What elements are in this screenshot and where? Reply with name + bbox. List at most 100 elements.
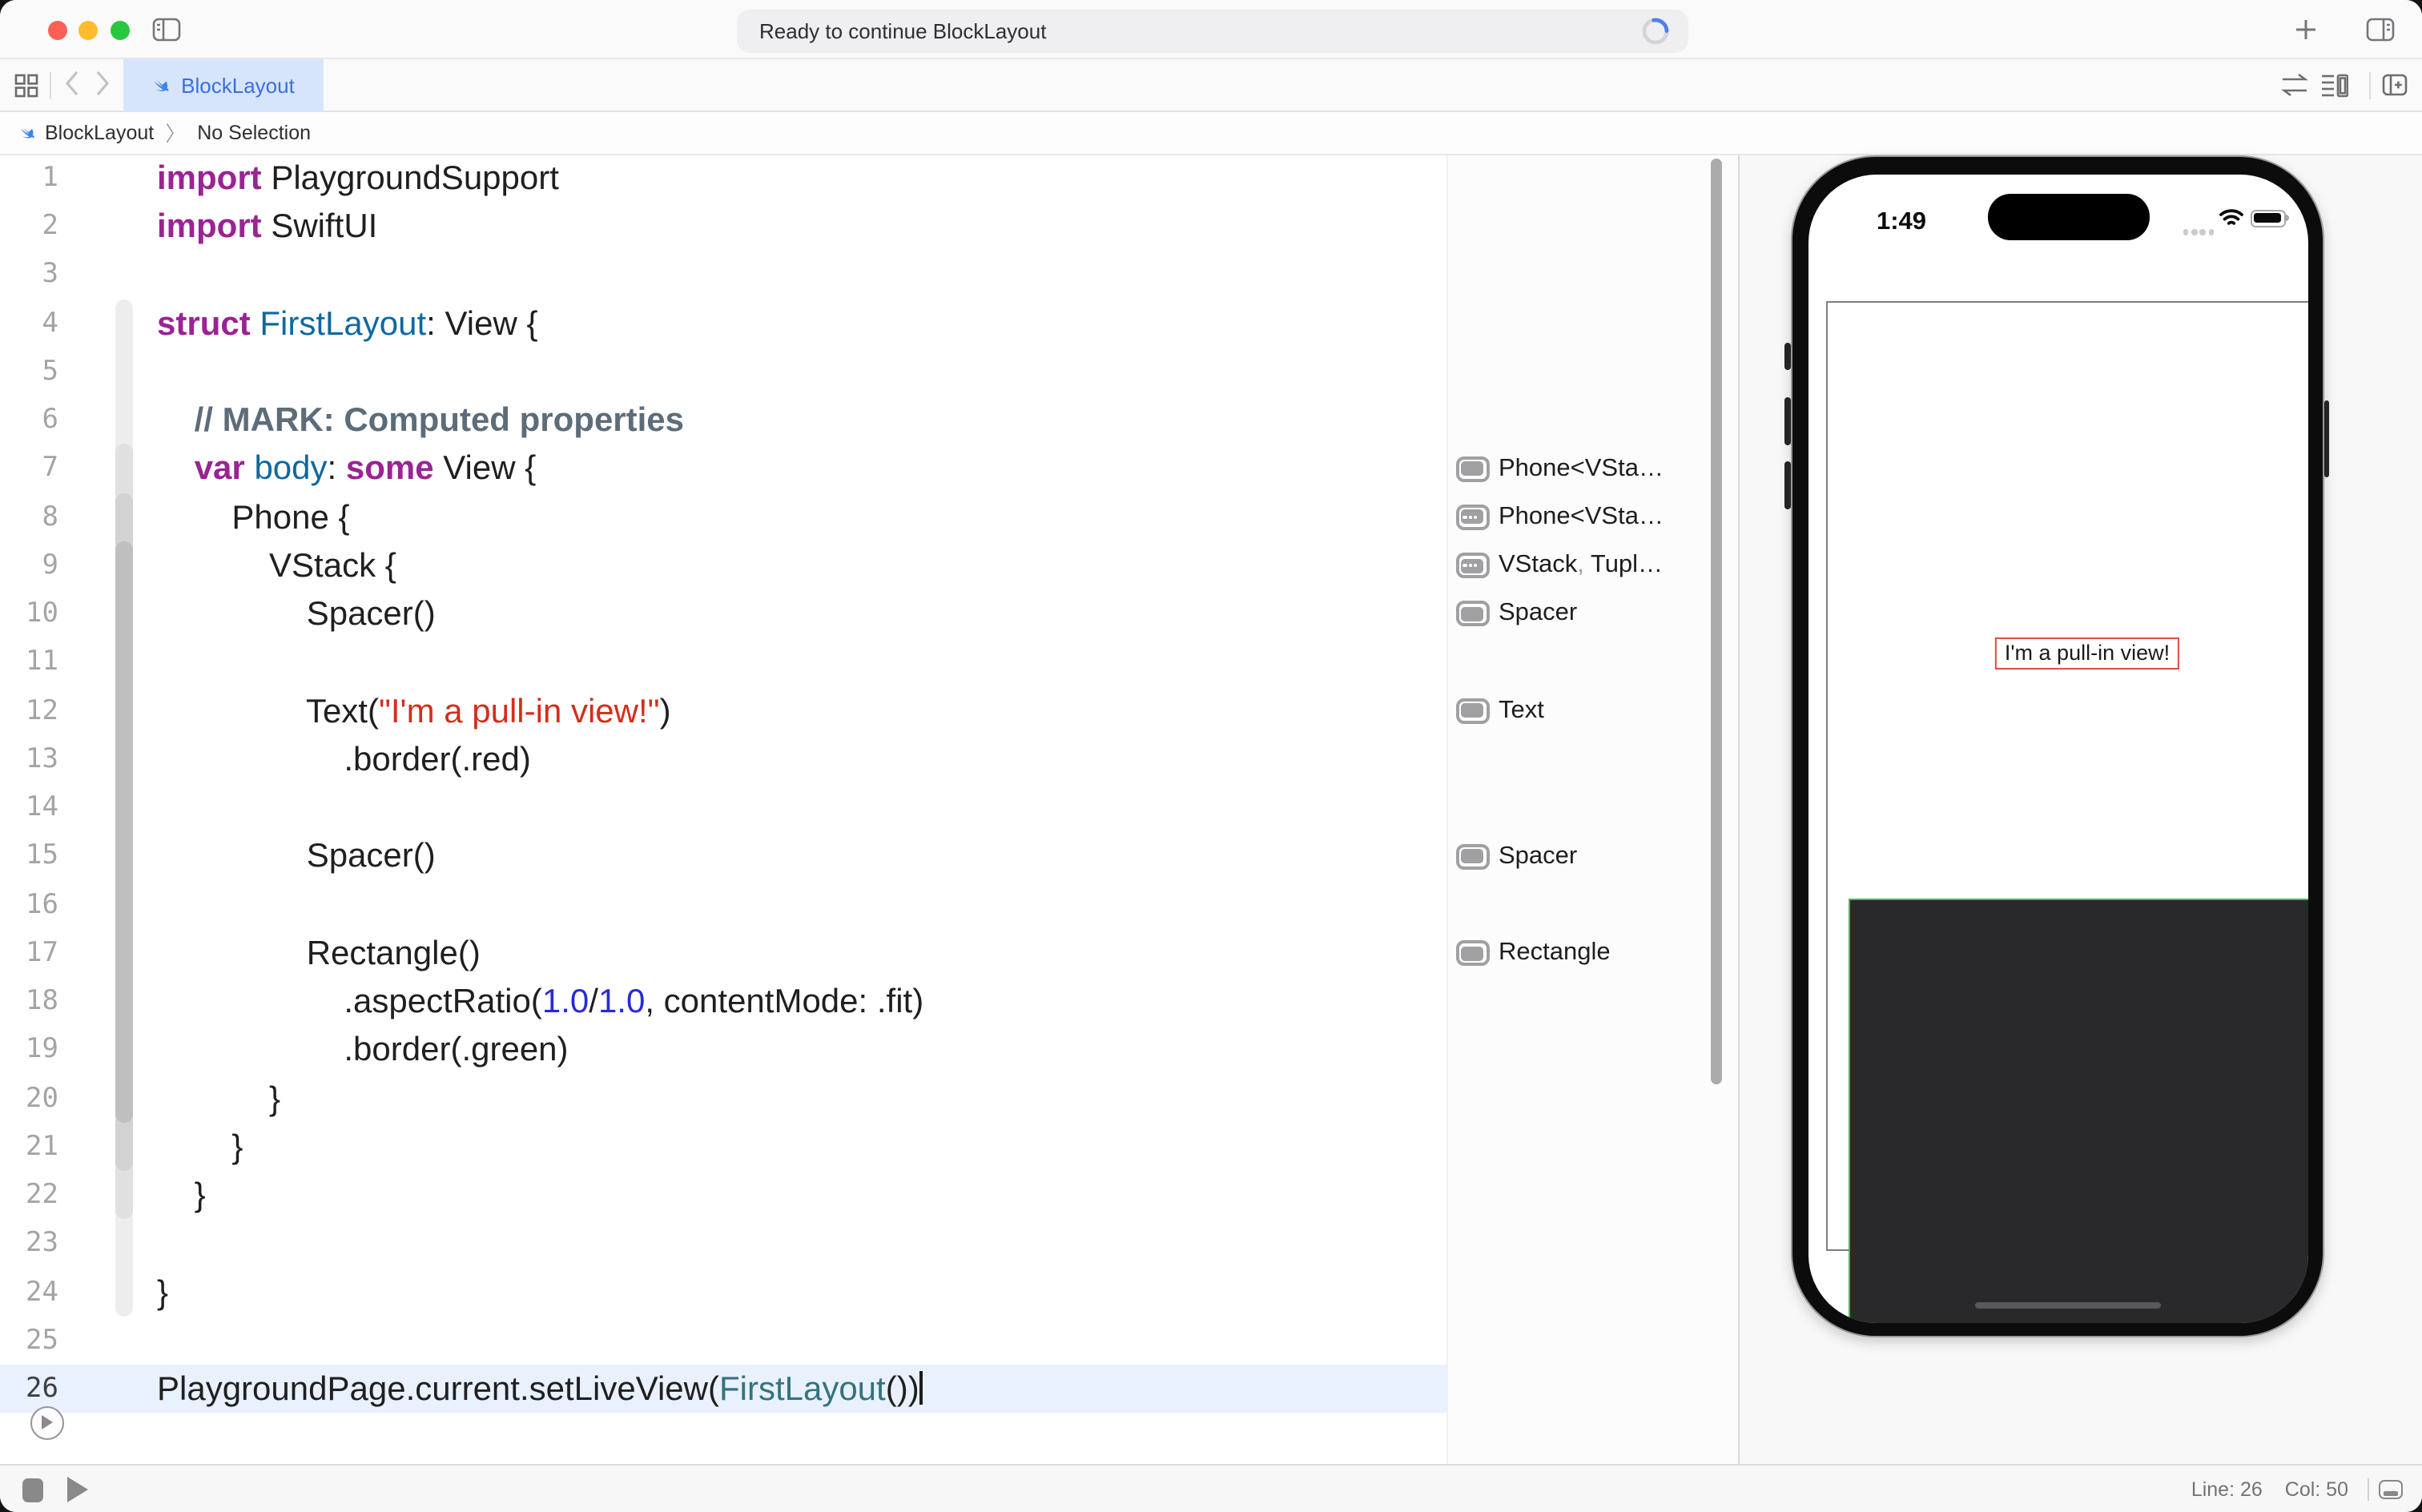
result-block-icon[interactable] (1455, 456, 1489, 482)
code-line[interactable]: 14 (0, 783, 1446, 832)
annotation-row[interactable]: Spacer (1447, 832, 1577, 881)
code-line[interactable]: 25 (0, 1317, 1446, 1365)
code-line[interactable]: 7 var body: some View { (0, 444, 1446, 493)
zoom-window-button[interactable] (110, 20, 129, 39)
result-block-icon[interactable] (1455, 843, 1489, 870)
toggle-left-sidebar-icon[interactable] (152, 17, 181, 41)
swift-file-icon (151, 75, 171, 96)
code-line[interactable]: 12 Text("I'm a pull-in view!") (0, 686, 1446, 735)
line-number[interactable]: 10 (0, 589, 58, 638)
line-number[interactable]: 4 (0, 299, 59, 348)
code-line[interactable]: 11 (0, 638, 1446, 687)
mute-switch (1784, 343, 1790, 370)
code-line[interactable]: 21 } (0, 1123, 1446, 1172)
result-block-icon[interactable] (1455, 698, 1489, 724)
breadcrumb-file[interactable]: BlockLayout (45, 122, 154, 144)
annotation-row[interactable]: Rectangle (1447, 929, 1611, 978)
code-line[interactable]: 13 .border(.red) (0, 735, 1446, 784)
toggle-bottom-panel-icon[interactable] (2379, 1479, 2403, 1499)
code-line[interactable]: 5 (0, 348, 1446, 396)
line-number[interactable]: 1 (0, 155, 59, 202)
code-line[interactable]: 6 // MARK: Computed properties (0, 396, 1446, 444)
code-line[interactable]: 24} (0, 1268, 1446, 1317)
add-editor-icon[interactable] (2382, 74, 2408, 96)
code-text: Spacer() (157, 838, 436, 875)
code-line[interactable]: 19 .border(.green) (0, 1026, 1446, 1075)
code-line[interactable]: 15 Spacer() (0, 832, 1446, 881)
annotation-label: Text (1499, 696, 1544, 724)
line-number[interactable]: 11 (0, 638, 58, 687)
code-text: Phone { (157, 499, 350, 537)
editor-scrollbar[interactable] (1711, 158, 1722, 1084)
code-text: Text("I'm a pull-in view!") (157, 693, 671, 730)
annotation-label: Phone<VSta… (1499, 502, 1664, 530)
code-line[interactable]: 20 } (0, 1074, 1446, 1123)
code-line[interactable]: 17 Rectangle() (0, 929, 1446, 978)
result-dots-icon[interactable] (1455, 504, 1489, 530)
pull-in-text: I'm a pull-in view! (1994, 637, 2180, 669)
code-line[interactable]: 10 Spacer() (0, 589, 1446, 638)
annotation-row[interactable]: Text (1447, 686, 1544, 735)
line-number[interactable]: 18 (0, 977, 58, 1026)
add-icon[interactable] (2294, 18, 2318, 42)
line-number[interactable]: 8 (0, 493, 59, 541)
breadcrumb-selection[interactable]: No Selection (197, 122, 311, 144)
code-line[interactable]: 9 VStack { (0, 541, 1446, 590)
code-line[interactable]: 3 (0, 251, 1446, 300)
code-line[interactable]: 16 (0, 880, 1446, 929)
code-line[interactable]: 26 PlaygroundPage.current.setLiveView(Fir… (0, 1365, 1446, 1413)
tab-blocklayout[interactable]: BlockLayout (123, 59, 323, 112)
code-editor[interactable]: 1 import PlaygroundSupport 2 import SwiftUI… (0, 155, 1446, 1464)
annotation-row[interactable]: Spacer (1447, 589, 1577, 638)
phone-view-border: I'm a pull-in view! (1826, 300, 2308, 1322)
minimize-window-button[interactable] (78, 20, 98, 39)
code-line[interactable]: 4 struct FirstLayout: View { (0, 299, 1446, 348)
activity-status-pill: Ready to continue BlockLayout (737, 9, 1688, 52)
code-line[interactable]: 22 } (0, 1171, 1446, 1220)
line-number[interactable]: 16 (0, 880, 58, 929)
result-dots-icon[interactable] (1455, 553, 1489, 579)
line-number[interactable]: 23 (0, 1220, 58, 1269)
close-window-button[interactable] (47, 20, 66, 39)
result-block-icon[interactable] (1455, 940, 1489, 967)
line-number[interactable]: 20 (0, 1074, 58, 1123)
code-line[interactable]: 23 (0, 1220, 1446, 1269)
green-bordered-rectangle (1848, 898, 2308, 1322)
line-number[interactable]: 22 (0, 1171, 58, 1220)
line-number[interactable]: 13 (0, 735, 58, 784)
result-block-icon[interactable] (1455, 601, 1489, 627)
annotation-row[interactable]: VStack, Tupl… (1447, 541, 1663, 590)
annotation-row[interactable]: Phone<VSta… (1447, 444, 1664, 493)
tab-overview-icon[interactable] (14, 74, 38, 98)
code-line[interactable]: 18 .aspectRatio(1.0/1.0, contentMode: .f… (0, 977, 1446, 1026)
line-number[interactable]: 24 (0, 1268, 58, 1317)
go-forward-icon[interactable] (95, 69, 111, 98)
swift-file-icon (18, 123, 37, 143)
code-line[interactable]: 8 Phone { (0, 493, 1446, 541)
stop-button[interactable] (22, 1478, 43, 1502)
swap-editor-icon[interactable] (2281, 72, 2308, 98)
line-number[interactable]: 7 (0, 444, 59, 493)
line-number[interactable]: 3 (0, 251, 59, 300)
line-number[interactable]: 2 (0, 202, 59, 251)
code-line[interactable]: 1 import PlaygroundSupport (0, 155, 1446, 202)
line-number[interactable]: 17 (0, 929, 58, 978)
go-back-icon[interactable] (64, 69, 80, 98)
line-number[interactable]: 12 (0, 686, 58, 735)
line-number[interactable]: 25 (0, 1317, 58, 1365)
line-number[interactable]: 14 (0, 783, 58, 832)
line-number[interactable]: 15 (0, 832, 58, 881)
app-window: Ready to continue BlockLayout BlockLayou… (0, 0, 2422, 1512)
annotation-row[interactable]: Phone<VSta… (1447, 493, 1664, 541)
line-number[interactable]: 5 (0, 348, 59, 396)
run-button[interactable] (67, 1476, 88, 1502)
code-line[interactable]: 2 import SwiftUI (0, 202, 1446, 251)
line-number[interactable]: 6 (0, 396, 59, 444)
iphone-preview: 1:49 I'm a pull-in view! (1784, 155, 2329, 1337)
run-line-button[interactable] (30, 1405, 63, 1439)
line-number[interactable]: 19 (0, 1026, 58, 1075)
toggle-right-sidebar-icon[interactable] (2366, 17, 2395, 41)
line-number[interactable]: 21 (0, 1123, 58, 1172)
editor-layout-icon[interactable] (2321, 73, 2348, 97)
line-number[interactable]: 9 (0, 541, 59, 590)
